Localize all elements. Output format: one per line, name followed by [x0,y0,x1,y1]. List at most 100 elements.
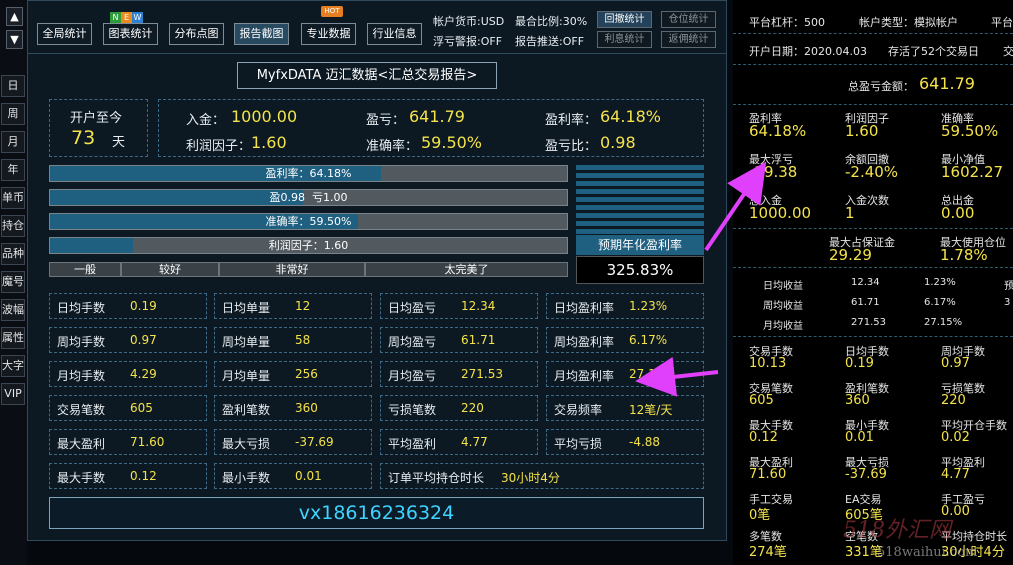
stat-cell: 日均盈利率 1.23% [546,293,704,319]
stat-label: 日均盈亏 [388,301,437,315]
stat-label: 周均盈亏 [388,335,437,349]
scroll-down-icon[interactable]: ▼ [6,30,23,49]
metric-value: -29.38 [749,163,798,181]
account-currency: 帐户货币:USD [433,15,505,28]
metric-value: 1 [845,204,855,222]
metric-value: 605 [749,393,774,408]
pro-data-button[interactable]: 专业数据 [301,23,356,45]
global-stats-button[interactable]: 全局统计 [37,23,92,45]
stat-cell: 订单平均持仓时长 30小时4分 [380,463,704,489]
stat-value: -37.69 [295,435,334,449]
watermark-logo: 518外汇网 [843,518,951,543]
stat-value: 0.97 [130,333,157,347]
stat-value: 27.15% [629,367,675,381]
stat-cell: 平均盈利 4.77 [380,429,538,455]
income-label: 日均收益 [763,281,803,292]
income-extra: 预 [1004,281,1013,292]
plrate-bar: 盈利率：64.18% [49,165,568,182]
stat-value: 360 [295,401,318,415]
side-button-7[interactable]: 品种 [1,243,25,265]
stat-value: 605 [130,401,153,415]
interest-stats-toggle[interactable]: 利息统计 [597,31,652,48]
stat-cell: 交易频率 12笔/天 [546,395,704,421]
metric-value: 1602.27 [941,163,1004,181]
stat-value: 6.17% [629,333,668,347]
rebate-stats-toggle[interactable]: 返佣统计 [661,31,716,48]
income-rate: 27.15% [924,317,963,328]
metric-value: 0.19 [845,356,874,371]
side-button-5[interactable]: 单币 [1,187,25,209]
level-perfect: 太完美了 [365,262,568,277]
level-good: 较好 [121,262,219,277]
bar-label: 准确率：59.50% [265,215,352,228]
stat-cell: 亏损笔数 220 [380,395,538,421]
side-button-1[interactable]: 日 [1,75,25,97]
platform-label: 平台 [991,16,1013,29]
income-amount: 271.53 [851,317,886,328]
accuracy-label: 准确率： [366,139,419,154]
pf-value: 1.60 [251,133,287,152]
scroll-up-icon[interactable]: ▲ [6,7,23,26]
float-alert[interactable]: 浮亏警报:OFF [433,33,502,49]
stat-value: 58 [295,333,311,347]
metric-value: 1000.00 [749,204,812,222]
report-push[interactable]: 报告推送:OFF [515,33,584,49]
total-pl-label: 总盈亏金额： [848,80,914,93]
open-days-value: 73 [71,127,96,149]
side-button-8[interactable]: 魔号 [1,271,25,293]
max-position-value: 1.78% [940,246,988,264]
stat-label: 日均单量 [222,301,271,315]
max-margin-value: 29.29 [829,246,872,264]
stat-value: 4.77 [461,435,488,449]
metric-value: 71.60 [749,467,787,482]
stat-label: 日均盈利率 [554,301,615,315]
distribution-chart-button[interactable]: 分布点图 [169,23,224,45]
leverage: 平台杠杆：500 [749,16,825,29]
stat-cell: 周均单量 58 [214,327,372,353]
income-label: 月均收益 [763,321,803,332]
side-button-6[interactable]: 持仓 [1,215,25,237]
accuracy-value: 59.50% [421,133,483,152]
stat-label: 周均盈利率 [554,335,615,349]
stat-label: 周均单量 [222,335,271,349]
side-button-4[interactable]: 年 [1,159,25,181]
industry-info-button[interactable]: 行业信息 [367,23,422,45]
stat-cell: 月均手数 4.29 [49,361,207,387]
side-button-11[interactable]: 大字 [1,355,25,377]
income-label: 周均收益 [763,301,803,312]
metric-value: 0.97 [941,356,970,371]
stat-cell: 平均亏损 -4.88 [546,429,704,455]
pl-value: 641.79 [409,107,465,126]
metric-value: 0.02 [941,430,970,445]
hot-badge: HOT [321,6,343,17]
report-panel: 全局统计 图表统计 NEW 分布点图 报告截图 专业数据 HOT 行业信息 帐户… [27,0,727,541]
side-button-10[interactable]: 属性 [1,327,25,349]
side-button-2[interactable]: 周 [1,103,25,125]
stat-label: 交易笔数 [57,403,106,417]
annual-rate-value: 325.83% [576,256,704,284]
stat-label: 最大盈利 [57,437,106,451]
metric-value: -2.40% [845,163,899,181]
plrate-value: 64.18% [600,107,662,126]
side-button-12[interactable]: VIP [1,383,25,405]
stat-value: 0.12 [130,469,157,483]
position-stats-toggle[interactable]: 仓位统计 [661,11,716,28]
metric-value: -37.69 [845,467,887,482]
stat-label: 订单平均持仓时长 [388,471,485,485]
stat-label: 交易频率 [554,403,603,417]
stat-label: 月均单量 [222,369,271,383]
stat-value: 1.23% [629,299,668,313]
stat-cell: 月均盈亏 271.53 [380,361,538,387]
side-button-9[interactable]: 波幅 [1,299,25,321]
stat-cell: 月均单量 256 [214,361,372,387]
drawdown-stats-toggle[interactable]: 回撤统计 [597,11,652,28]
pf-label: 利润因子： [186,139,252,154]
stat-cell: 盈利笔数 360 [214,395,372,421]
side-button-3[interactable]: 月 [1,131,25,153]
stat-label: 周均手数 [57,335,106,349]
stat-value: 271.53 [461,367,503,381]
income-amount: 12.34 [851,277,880,288]
chart-stats-button[interactable]: 图表统计 [103,23,158,45]
report-screenshot-button[interactable]: 报告截图 [234,23,289,45]
stat-cell: 最大亏损 -37.69 [214,429,372,455]
